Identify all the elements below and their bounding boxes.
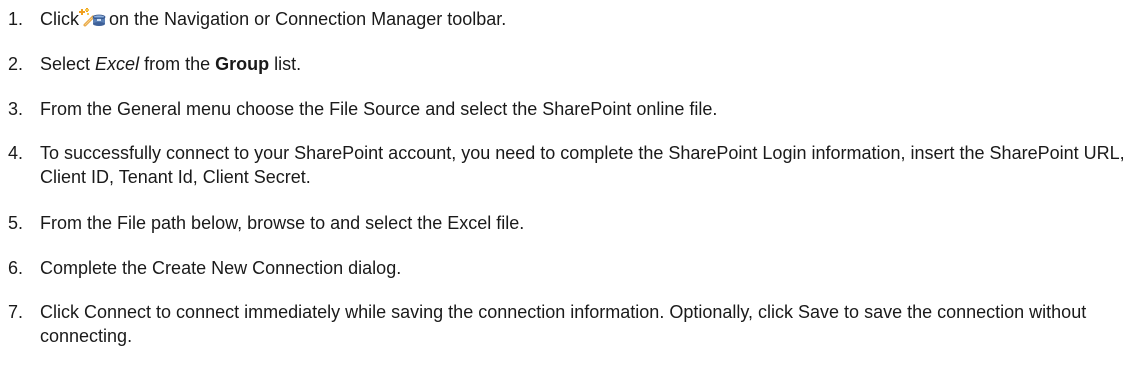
- step-text-middle: from the: [144, 54, 211, 74]
- step-number: 4.: [8, 143, 24, 163]
- group-value-excel: Excel: [95, 54, 140, 74]
- step-number: 3.: [8, 99, 24, 119]
- step-text-after: list.: [274, 54, 302, 74]
- step-text: Complete the Create New Connection dialo…: [40, 258, 402, 278]
- step-text-before: Click: [40, 9, 79, 29]
- step-text-after: on the Navigation or Connection Manager …: [109, 9, 507, 29]
- step-5: 5. From the File path below, browse to a…: [8, 211, 1128, 235]
- step-4: 4. To successfully connect to your Share…: [8, 141, 1128, 189]
- step-1: 1. Click on the Navigation or Connection…: [8, 7, 1128, 31]
- step-number: 5.: [8, 213, 24, 233]
- step-7: 7. Click Connect to connect immediately …: [8, 300, 1128, 348]
- step-text: Select Excel from the Group list.: [40, 52, 1126, 76]
- step-6: 6. Complete the Create New Connection di…: [8, 256, 1128, 280]
- step-text: To successfully connect to your SharePoi…: [40, 143, 1125, 187]
- step-number: 1.: [8, 9, 24, 29]
- new-connection-icon: [79, 8, 107, 28]
- step-2: 2. Select Excel from the Group list.: [8, 52, 1128, 76]
- step-number: 6.: [8, 258, 24, 278]
- step-text-before: Select: [40, 54, 91, 74]
- step-text: From the File path below, browse to and …: [40, 213, 525, 233]
- step-text: From the General menu choose the File So…: [40, 99, 718, 119]
- step-text: Click on the Navigation or Connection Ma…: [40, 7, 1126, 31]
- step-3: 3. From the General menu choose the File…: [8, 97, 1128, 121]
- step-text: Click Connect to connect immediately whi…: [40, 302, 1087, 346]
- group-field-label: Group: [215, 54, 270, 74]
- step-number: 7.: [8, 302, 24, 322]
- step-number: 2.: [8, 54, 24, 74]
